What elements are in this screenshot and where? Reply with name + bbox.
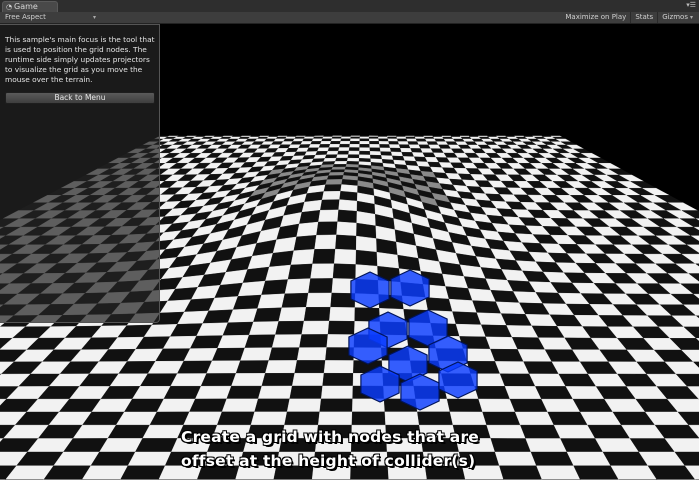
caption: Create a grid with nodes that are offset…	[181, 425, 479, 473]
gizmos-label: Gizmos	[662, 13, 688, 21]
game-tab-label: Game	[14, 2, 38, 11]
info-panel: This sample's main focus is the tool tha…	[0, 24, 160, 323]
aspect-value: Free Aspect	[5, 13, 46, 21]
game-view-icon: ◔	[6, 3, 13, 11]
chevron-down-icon: ▾	[689, 14, 693, 21]
caption-line-1: Create a grid with nodes that are	[181, 428, 480, 446]
chevron-down-icon: ▾	[92, 14, 96, 21]
maximize-on-play-toggle[interactable]: Maximize on Play	[561, 12, 630, 23]
sample-description: This sample's main focus is the tool tha…	[5, 35, 155, 84]
gizmos-dropdown[interactable]: Gizmos ▾	[658, 12, 697, 23]
aspect-dropdown[interactable]: Free Aspect ▾	[2, 12, 98, 23]
panel-menu-icon[interactable]: ▾☰	[686, 1, 696, 10]
stats-toggle[interactable]: Stats	[631, 12, 657, 23]
toolbar-right-group: Maximize on Play Stats Gizmos ▾	[561, 12, 697, 23]
caption-line-2: offset at the height of collider(s)	[181, 452, 476, 470]
game-toolbar: Free Aspect ▾ Maximize on Play Stats Giz…	[0, 12, 699, 24]
back-to-menu-button[interactable]: Back to Menu	[5, 92, 155, 104]
game-tab[interactable]: ◔ Game	[2, 1, 58, 12]
